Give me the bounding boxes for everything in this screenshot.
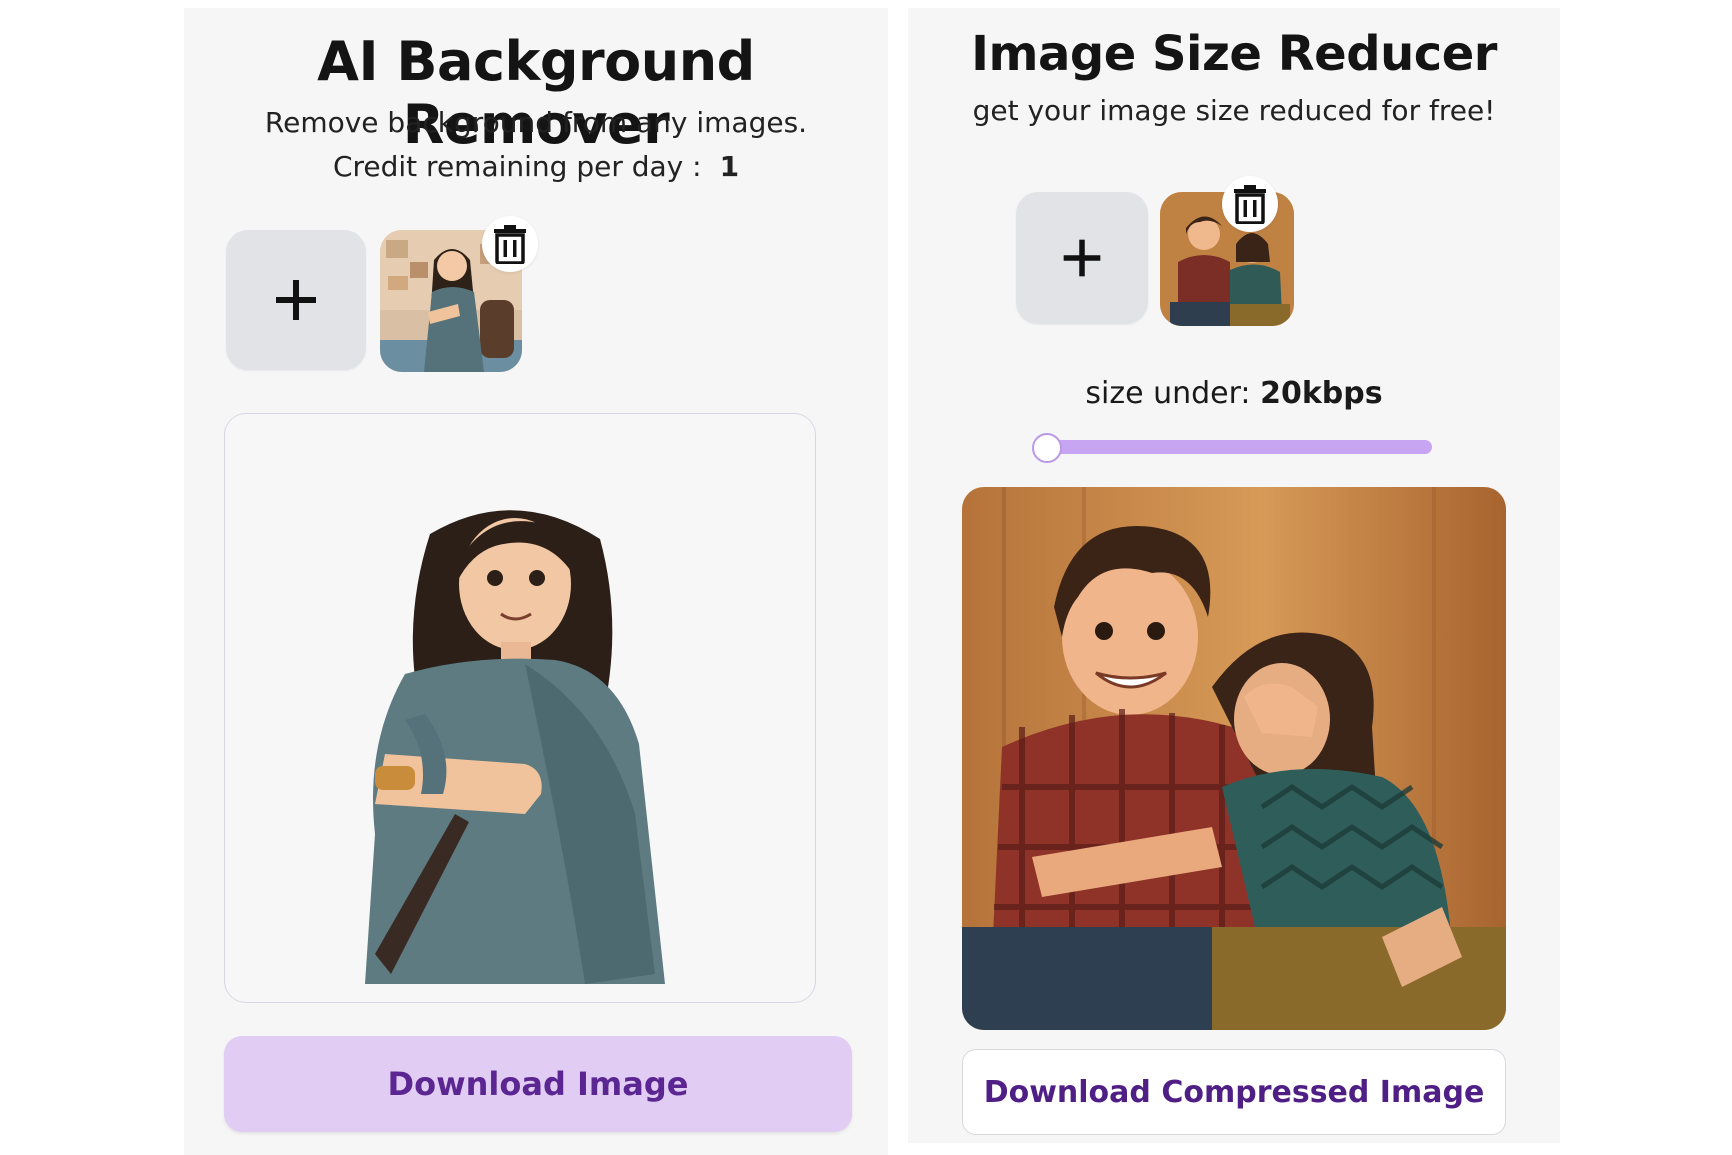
compressed-image-preview [962, 487, 1506, 1030]
credit-label: Credit remaining per day : [332, 150, 702, 183]
delete-image-button[interactable] [482, 216, 538, 272]
download-compressed-image-button[interactable]: Download Compressed Image [962, 1049, 1506, 1135]
download-image-button[interactable]: Download Image [224, 1036, 852, 1132]
result-preview [224, 413, 816, 1003]
page-subtitle: get your image size reduced for free! [972, 94, 1496, 127]
add-image-button[interactable] [226, 230, 366, 370]
size-label-text: size under: [1085, 376, 1251, 411]
size-limit-label: size under: 20kbps [908, 376, 1560, 411]
page-title: Image Size Reducer [971, 26, 1497, 82]
delete-image-button[interactable] [1222, 176, 1278, 232]
plus-icon [276, 280, 316, 320]
credit-info: Credit remaining per day : 1 [184, 150, 888, 183]
size-slider[interactable] [1032, 433, 1432, 463]
background-remover-panel: AI Background Remover Remove background … [184, 8, 888, 1155]
plus-icon [1063, 239, 1101, 277]
trash-icon [494, 225, 526, 264]
add-image-button[interactable] [1016, 192, 1148, 324]
credit-value: 1 [719, 150, 740, 183]
size-value: 20kbps [1260, 376, 1383, 411]
image-size-reducer-panel: Image Size Reducer get your image size r… [908, 8, 1560, 1143]
couple-illustration-image [962, 487, 1506, 1030]
slider-handle[interactable] [1032, 433, 1062, 463]
page-subtitle: Remove background from any images. [264, 106, 808, 139]
background-removed-girl-image [365, 510, 665, 984]
trash-icon [1234, 185, 1266, 224]
